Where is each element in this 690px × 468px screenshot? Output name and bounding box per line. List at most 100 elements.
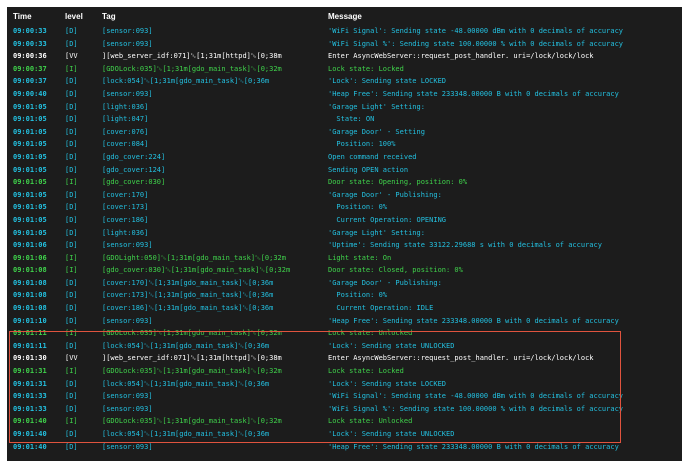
log-row: 09:01:08 [D] [cover:186]␛[1;31m[gdo_main_t… <box>7 302 682 315</box>
log-level: [D] <box>65 442 78 451</box>
log-time: 09:00:37 <box>13 77 47 86</box>
log-time: 09:01:05 <box>13 102 47 111</box>
log-tag: [cover:186]␛[1;31m[gdo_main_task]␛[0;36m <box>102 304 274 313</box>
log-time: 09:00:37 <box>13 64 47 73</box>
log-time: 09:01:08 <box>13 278 47 287</box>
log-time: 09:01:05 <box>13 127 47 136</box>
log-message: Current Operation: IDLE <box>328 304 434 313</box>
log-tag: [lock:054]␛[1;31m[gdo_main_task]␛[0;36m <box>102 341 270 350</box>
log-time: 09:01:33 <box>13 404 47 413</box>
log-time: 09:01:05 <box>13 228 47 237</box>
log-tag: [sensor:093] <box>102 392 153 401</box>
log-row: 09:01:05 [D] [cover:076] 'Garage Door' - Se… <box>7 126 682 139</box>
log-level: [VV <box>65 52 78 61</box>
log-level: [I] <box>65 253 78 262</box>
log-body: 09:00:33 [D] [sensor:093] 'WiFi Signal': Se… <box>7 25 682 453</box>
log-message: 'Lock': Sending state LOCKED <box>328 77 447 86</box>
log-time: 09:01:06 <box>13 241 47 250</box>
log-time: 09:01:05 <box>13 165 47 174</box>
log-time: 09:01:11 <box>13 341 47 350</box>
log-message: Position: 0% <box>328 291 388 300</box>
log-message: 'Lock': Sending state UNLOCKED <box>328 341 455 350</box>
log-row: 09:01:08 [D] [cover:173]␛[1;31m[gdo_main_t… <box>7 289 682 302</box>
log-row: 09:01:31 [I] [GDOLock:035]␛[1;31m[gdo_main… <box>7 365 682 378</box>
log-message: 'Heap Free': Sending state 233348.00000 … <box>328 89 619 98</box>
log-level: [D] <box>65 291 78 300</box>
log-time: 09:01:40 <box>13 430 47 438</box>
log-row: 09:01:05 [D] [cover:186] Current Operation… <box>7 214 682 227</box>
log-level: [D] <box>65 89 78 98</box>
log-time: 09:00:33 <box>13 27 47 35</box>
log-tag: [gdo_cover:030] <box>102 178 166 187</box>
log-level: [D] <box>65 278 78 287</box>
log-level: [D] <box>65 127 78 136</box>
log-row: 09:01:11 [I] [GDOLock:035]␛[1;31m[gdo_main… <box>7 327 682 340</box>
log-message: 'Garage Door' - Publishing: <box>328 278 442 287</box>
log-tag: [cover:170] <box>102 190 149 199</box>
log-message: 'Lock': Sending state UNLOCKED <box>328 430 455 438</box>
log-row: 09:00:37 [D] [lock:054]␛[1;31m[gdo_main_ta… <box>7 75 682 88</box>
log-row: 09:01:33 [D] [sensor:093] 'WiFi Signal %': … <box>7 403 682 416</box>
log-message: Door state: Opening, position: 0% <box>328 178 468 187</box>
log-row: 09:01:05 [D] [cover:173] Position: 0% <box>7 201 682 214</box>
log-tag: [lock:054]␛[1;31m[gdo_main_task]␛[0;36m <box>102 77 270 86</box>
log-tag: [cover:173]␛[1;31m[gdo_main_task]␛[0;36m <box>102 291 274 300</box>
log-row: 09:01:10 [D] [sensor:093] 'Heap Free': Send… <box>7 315 682 328</box>
log-row: 09:01:06 [I] [GDOLight:050]␛[1;31m[gdo_mai… <box>7 252 682 265</box>
log-level: [D] <box>65 379 78 388</box>
log-tag: [gdo_cover:224] <box>102 152 166 161</box>
log-row: 09:01:05 [D] [cover:084] Position: 100% <box>7 138 682 151</box>
log-message: Lock state: Unlocked <box>328 329 413 338</box>
log-message: 'WiFi Signal %': Sending state 100.00000… <box>328 404 624 413</box>
log-message: 'Uptime': Sending state 33122.29688 s wi… <box>328 241 602 250</box>
log-tag: [cover:084] <box>102 140 149 149</box>
log-level: [I] <box>65 266 78 275</box>
log-time: 09:00:33 <box>13 39 47 48</box>
log-tag: [GDOLock:035]␛[1;31m[gdo_main_task]␛[0;3… <box>102 329 282 338</box>
log-message: Lock state: Locked <box>328 64 404 73</box>
log-message: Position: 100% <box>328 140 396 149</box>
log-time: 09:01:31 <box>13 379 47 388</box>
log-message: 'Garage Door' - Publishing: <box>328 190 442 199</box>
log-tag: [sensor:093] <box>102 39 153 48</box>
log-row: 09:01:08 [D] [cover:170]␛[1;31m[gdo_main_t… <box>7 277 682 290</box>
tag-column-header: Tag <box>102 11 116 21</box>
log-level: [D] <box>65 404 78 413</box>
log-viewer[interactable]: Time level Tag Message 09:00:33 [D] [senso… <box>7 7 682 461</box>
log-message: Open command received <box>328 152 417 161</box>
log-tag: ][web_server_idf:071]␛[1;31m[httpd]␛[0;3… <box>102 354 282 363</box>
log-message: Enter AsyncWebServer::request_post_handl… <box>328 52 594 61</box>
log-tag: ][web_server_idf:071]␛[1;31m[httpd]␛[0;3… <box>102 52 282 61</box>
message-column-header: Message <box>328 11 362 21</box>
log-tag: [sensor:093] <box>102 27 153 35</box>
log-time: 09:01:08 <box>13 304 47 313</box>
log-tag: [lock:054]␛[1;31m[gdo_main_task]␛[0;36m <box>102 379 270 388</box>
log-message: Light state: On <box>328 253 392 262</box>
log-row: 09:01:40 [I] [GDOLock:035]␛[1;31m[gdo_main… <box>7 415 682 428</box>
log-time: 09:01:40 <box>13 417 47 426</box>
log-level: [D] <box>65 77 78 86</box>
log-row: 09:01:05 [D] [cover:170] 'Garage Door' - Pu… <box>7 189 682 202</box>
log-time: 09:01:05 <box>13 190 47 199</box>
log-tag: [sensor:093] <box>102 241 153 250</box>
log-level: [D] <box>65 228 78 237</box>
log-time: 09:01:05 <box>13 178 47 187</box>
log-time: 09:01:08 <box>13 291 47 300</box>
log-time: 09:01:05 <box>13 140 47 149</box>
log-level: [D] <box>65 140 78 149</box>
log-time: 09:01:30 <box>13 354 47 363</box>
log-level: [D] <box>65 190 78 199</box>
log-message: 'Garage Light' Setting: <box>328 228 425 237</box>
log-time: 09:01:11 <box>13 329 47 338</box>
log-time: 09:01:33 <box>13 392 47 401</box>
log-message: 'Garage Light' Setting: <box>328 102 425 111</box>
log-message: Enter AsyncWebServer::request_post_handl… <box>328 354 594 363</box>
log-tag: [cover:173] <box>102 203 149 212</box>
log-level: [D] <box>65 102 78 111</box>
log-time: 09:01:31 <box>13 367 47 376</box>
log-row: 09:01:08 [I] [gdo_cover:030]␛[1;31m[gdo_ma… <box>7 264 682 277</box>
log-message: Door state: Closed, position: 0% <box>328 266 463 275</box>
log-time: 09:01:05 <box>13 115 47 124</box>
log-message: Current Operation: OPENING <box>328 215 447 224</box>
log-time: 09:00:36 <box>13 52 47 61</box>
